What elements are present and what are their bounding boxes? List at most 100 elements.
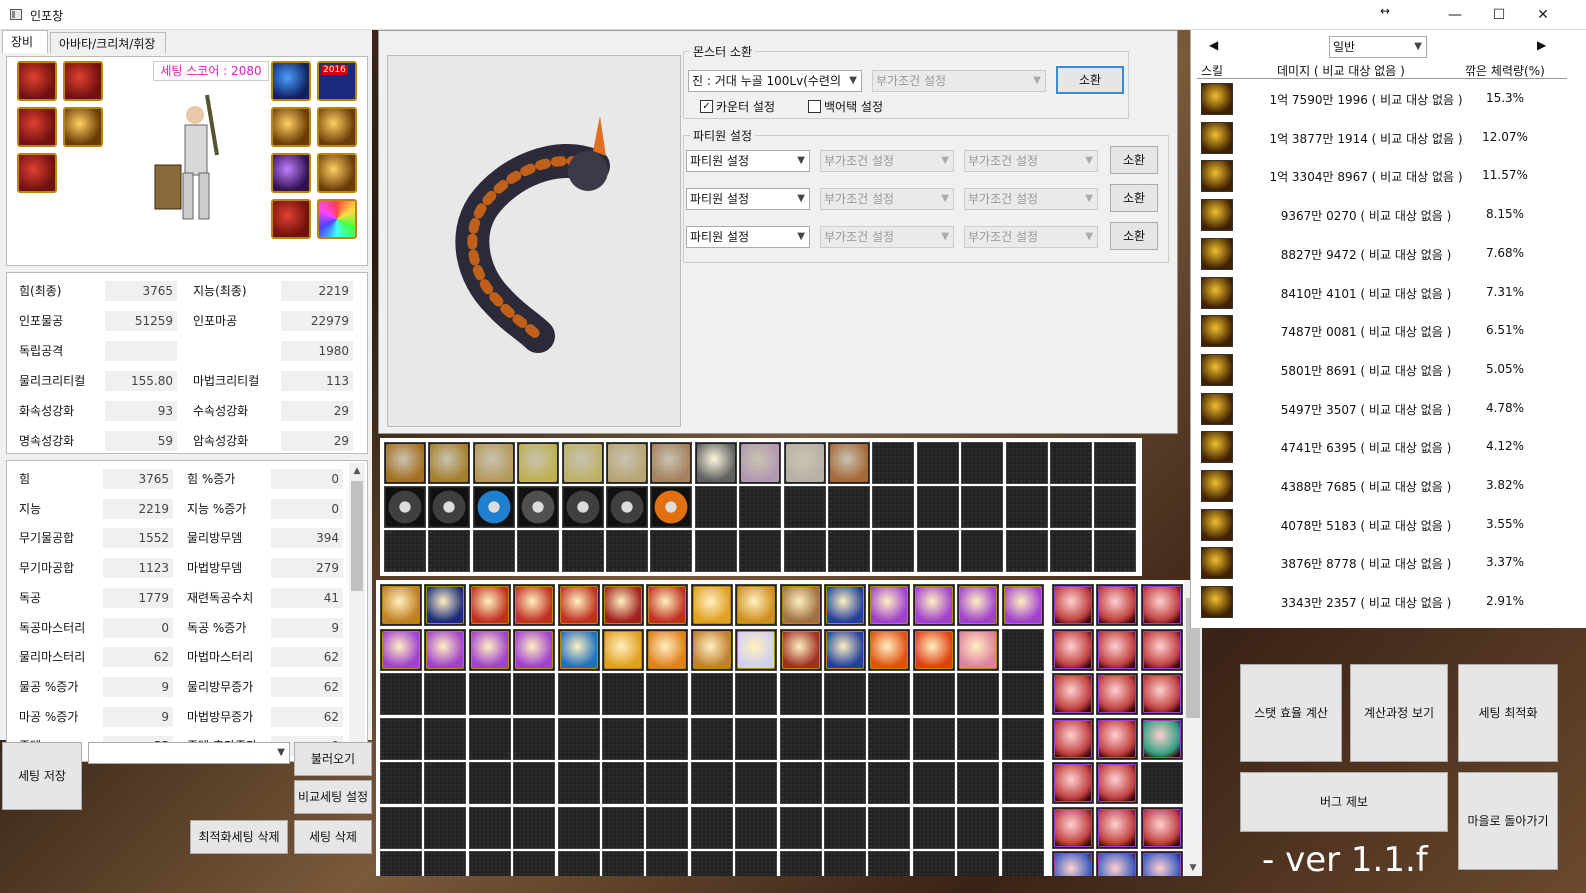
- inventory-slot[interactable]: [1140, 628, 1183, 671]
- inventory-slot[interactable]: [868, 584, 911, 626]
- inventory-slot[interactable]: [735, 673, 778, 715]
- skill-slot[interactable]: [828, 486, 870, 528]
- inventory-slot[interactable]: [1001, 628, 1044, 671]
- inventory-slot[interactable]: [646, 628, 689, 671]
- inventory-slot[interactable]: [1052, 673, 1094, 715]
- inventory-slot[interactable]: [824, 584, 866, 626]
- damage-row[interactable]: 4741만 6395 ( 비교 대상 없음 ) 4.12%: [1191, 428, 1571, 466]
- skill-slot[interactable]: [517, 442, 560, 484]
- inventory-slot[interactable]: [557, 628, 600, 671]
- monster-condition-select[interactable]: 부가조건 설정 ▼: [872, 70, 1046, 92]
- inventory-slot[interactable]: [513, 628, 556, 671]
- maximize-button[interactable]: ☐: [1476, 3, 1522, 27]
- inventory-slot[interactable]: [557, 762, 600, 804]
- inventory-slot[interactable]: [380, 762, 422, 804]
- damage-row[interactable]: 8827만 9472 ( 비교 대상 없음 ) 7.68%: [1191, 235, 1571, 273]
- prev-page-icon[interactable]: ◀: [1209, 38, 1218, 52]
- skill-slot[interactable]: [783, 530, 826, 572]
- skill-slot[interactable]: [828, 442, 870, 484]
- party-condition-select[interactable]: 부가조건 설정 ▼: [964, 150, 1098, 172]
- skill-slot[interactable]: [872, 442, 915, 484]
- skill-slot[interactable]: [472, 442, 515, 484]
- inventory-slot[interactable]: [912, 628, 955, 671]
- mode-select[interactable]: 일반 ▼: [1329, 36, 1427, 58]
- skill-slot[interactable]: [694, 530, 737, 572]
- inventory-slot[interactable]: [602, 584, 644, 626]
- inventory-slot[interactable]: [779, 851, 822, 876]
- inventory-slot[interactable]: [468, 851, 511, 876]
- inventory-slot[interactable]: [602, 628, 644, 671]
- skill-slot[interactable]: [1094, 486, 1137, 528]
- inventory-slot[interactable]: [690, 806, 733, 849]
- inventory-slot[interactable]: [424, 673, 467, 715]
- inventory-slot[interactable]: [513, 673, 556, 715]
- equip-slot[interactable]: [317, 153, 357, 193]
- party-condition-select[interactable]: 부가조건 설정 ▼: [820, 150, 954, 172]
- scroll-thumb[interactable]: [351, 481, 363, 591]
- inventory-slot[interactable]: [957, 673, 1000, 715]
- inventory-slot[interactable]: [1052, 717, 1094, 760]
- inventory-slot[interactable]: [513, 806, 556, 849]
- inventory-slot[interactable]: [1052, 628, 1094, 671]
- inventory-slot[interactable]: [424, 762, 467, 804]
- go-town-button[interactable]: 마을로 돌아가기: [1458, 772, 1558, 870]
- skill-slot[interactable]: [961, 442, 1004, 484]
- setting-select[interactable]: ▼: [88, 742, 290, 764]
- inventory-slot[interactable]: [646, 584, 689, 626]
- skill-slot[interactable]: [739, 442, 782, 484]
- inventory-slot[interactable]: [602, 806, 644, 849]
- party-condition-select[interactable]: 부가조건 설정 ▼: [820, 188, 954, 210]
- skill-slot[interactable]: [916, 442, 959, 484]
- inventory-slot[interactable]: [868, 762, 911, 804]
- inventory-slot[interactable]: [1140, 851, 1183, 876]
- inventory-slot[interactable]: [1001, 717, 1044, 760]
- party-member-select[interactable]: 파티원 설정 ▼: [686, 188, 810, 210]
- equip-slot[interactable]: [317, 199, 357, 239]
- party-condition-select[interactable]: 부가조건 설정 ▼: [820, 226, 954, 248]
- inventory-slot[interactable]: [424, 717, 467, 760]
- skill-slot[interactable]: [384, 486, 426, 528]
- inventory-slot[interactable]: [779, 584, 822, 626]
- equip-slot[interactable]: [271, 153, 311, 193]
- skill-slot[interactable]: [739, 530, 782, 572]
- damage-row[interactable]: 3876만 8778 ( 비교 대상 없음 ) 3.37%: [1191, 544, 1571, 582]
- next-page-icon[interactable]: ▶: [1537, 38, 1546, 52]
- tab-equipment[interactable]: 장비: [2, 30, 48, 53]
- equip-slot[interactable]: [17, 61, 57, 101]
- skill-slot[interactable]: [384, 530, 426, 572]
- equip-slot[interactable]: [271, 61, 311, 101]
- optimize-button[interactable]: 세팅 최적화: [1458, 664, 1558, 762]
- damage-row[interactable]: 4388만 7685 ( 비교 대상 없음 ) 3.82%: [1191, 467, 1571, 505]
- inventory-slot[interactable]: [424, 584, 467, 626]
- inventory-slot[interactable]: [824, 806, 866, 849]
- inventory-slot[interactable]: [1096, 628, 1139, 671]
- inventory-slot[interactable]: [735, 717, 778, 760]
- damage-row[interactable]: 1억 3304만 8967 ( 비교 대상 없음 ) 11.57%: [1191, 157, 1571, 195]
- inventory-slot[interactable]: [1001, 673, 1044, 715]
- skill-slot[interactable]: [1050, 486, 1092, 528]
- inventory-slot[interactable]: [380, 717, 422, 760]
- skill-slot[interactable]: [517, 486, 560, 528]
- summon-party-button[interactable]: 소환: [1110, 222, 1158, 250]
- inventory-slot[interactable]: [557, 673, 600, 715]
- inventory-slot[interactable]: [1096, 717, 1139, 760]
- inventory-slot[interactable]: [690, 673, 733, 715]
- skill-slot[interactable]: [428, 486, 471, 528]
- inventory-slot[interactable]: [868, 851, 911, 876]
- skill-slot[interactable]: [694, 442, 737, 484]
- party-member-select[interactable]: 파티원 설정 ▼: [686, 150, 810, 172]
- skill-slot[interactable]: [561, 530, 604, 572]
- inventory-slot[interactable]: [1001, 584, 1044, 626]
- inventory-slot[interactable]: [468, 762, 511, 804]
- inventory-slot[interactable]: [1140, 762, 1183, 804]
- skill-slot[interactable]: [428, 530, 471, 572]
- inventory-slot[interactable]: [557, 806, 600, 849]
- inventory-slot[interactable]: [779, 762, 822, 804]
- bug-report-button[interactable]: 버그 제보: [1240, 772, 1448, 832]
- inventory-slot[interactable]: [1052, 584, 1094, 626]
- damage-row[interactable]: 1억 3877만 1914 ( 비교 대상 없음 ) 12.07%: [1191, 119, 1571, 157]
- inventory-slot[interactable]: [912, 673, 955, 715]
- stats-scrollbar[interactable]: ▲ ▼: [349, 463, 365, 759]
- damage-row[interactable]: 8410만 4101 ( 비교 대상 없음 ) 7.31%: [1191, 274, 1571, 312]
- skill-slot[interactable]: [1050, 530, 1092, 572]
